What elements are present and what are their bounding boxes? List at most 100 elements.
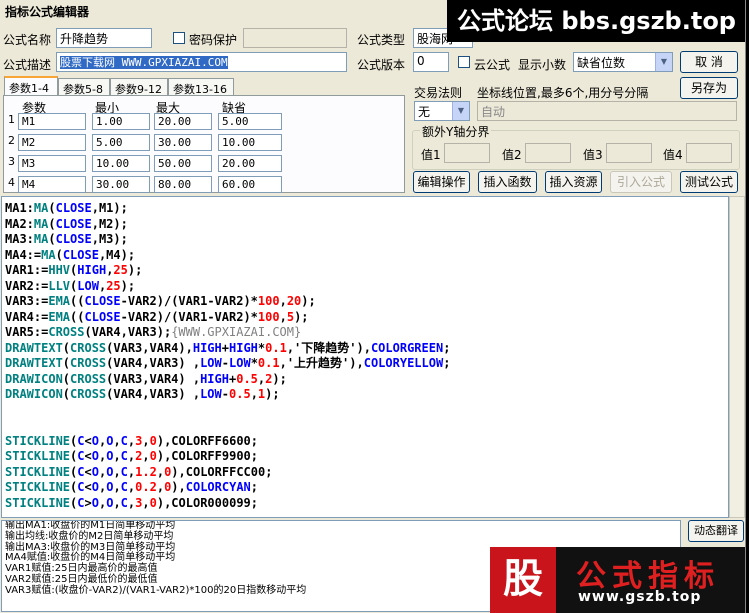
password-field (243, 28, 347, 48)
dynamic-translate-button[interactable]: 动态翻译 (688, 520, 744, 542)
code-token: CLOSE (84, 309, 121, 324)
saveas-button[interactable]: 另存为 (680, 77, 738, 99)
insert-function-button[interactable]: 插入函数 (478, 171, 537, 193)
code-token: CROSS (48, 325, 85, 339)
code-token: {WWW.GPXIAZAI.COM} (171, 325, 302, 339)
formula-editor-window: 指标公式编辑器 公式名称 升降趋势 密码保护 公式类型 股海网 公式描述 股票下… (0, 0, 746, 613)
code-token: CROSS (70, 356, 107, 370)
param-name-field[interactable]: M4 (18, 176, 86, 193)
param-default-field[interactable]: 10.00 (218, 134, 282, 151)
name-field[interactable]: 升降趋势 (56, 28, 152, 48)
param-min-field[interactable]: 30.00 (92, 176, 150, 193)
code-token: C (77, 464, 85, 479)
code-token: ); (120, 278, 136, 293)
code-token: 0 (149, 495, 157, 510)
coord-label: 坐标线位置,最多6个,用分号分隔 (477, 86, 649, 100)
code-token: , (113, 495, 121, 510)
code-token: C (77, 433, 85, 448)
value1-label: 值1 (421, 148, 441, 162)
code-token: HIGH (77, 263, 107, 277)
chevron-down-icon[interactable]: ▼ (452, 102, 469, 120)
param-name-field[interactable]: M2 (18, 134, 86, 151)
cloud-label: 云公式 (474, 58, 511, 72)
code-token: ); (294, 309, 309, 324)
code-token: DRAWICON (5, 371, 63, 386)
code-token: EMA (48, 309, 71, 324)
insert-resource-button[interactable]: 插入资源 (545, 171, 602, 193)
code-token: < (84, 449, 92, 463)
code-token: ),COLORFF6600; (156, 433, 258, 448)
decimal-select[interactable]: 缺省位数 ▼ (573, 52, 673, 72)
code-token: ); (265, 387, 280, 401)
code-token: COLORGREEN (370, 340, 444, 355)
param-name-field[interactable]: M1 (18, 113, 86, 130)
param-default-field[interactable]: 20.00 (218, 155, 282, 172)
code-token: ( (62, 356, 71, 370)
param-max-field[interactable]: 80.00 (154, 176, 212, 193)
code-token: LOW (77, 278, 99, 293)
code-token: O (91, 464, 99, 479)
param-min-field[interactable]: 10.00 (92, 155, 150, 172)
code-token: VAR4:= (5, 309, 49, 324)
code-token: CLOSE (55, 232, 92, 246)
code-token: 25 (106, 278, 121, 293)
code-token: MA (33, 216, 49, 231)
password-checkbox[interactable] (173, 32, 185, 44)
code-token: -VAR2)/(VAR1-VAR2)* (120, 294, 258, 308)
test-formula-button[interactable]: 测试公式 (680, 171, 738, 193)
value3-label: 值3 (583, 148, 603, 162)
code-token: O (91, 480, 99, 494)
code-token: CLOSE (55, 201, 92, 215)
code-token: DRAWICON (5, 387, 63, 401)
param-min-field[interactable]: 5.00 (92, 134, 150, 151)
code-token: * (250, 356, 258, 370)
code-token: ( (55, 247, 63, 262)
version-field[interactable]: 0 (413, 52, 449, 72)
code-token: < (84, 433, 92, 448)
code-token: < (84, 480, 92, 494)
code-token: 0.1 (265, 340, 287, 355)
chevron-down-icon[interactable]: ▼ (655, 53, 672, 71)
param-default-field[interactable]: 60.00 (218, 176, 282, 193)
tab-params-9-12[interactable]: 参数9-12 (110, 78, 168, 96)
code-token: LOW (200, 356, 222, 370)
desc-field[interactable]: 股票下载网 WWW.GPXIAZAI.COM (56, 52, 347, 72)
code-token: MA (33, 232, 49, 246)
param-max-field[interactable]: 50.00 (154, 155, 212, 172)
code-token: ), (171, 480, 186, 494)
formula-code-editor[interactable]: MA1:MA(CLOSE,M1); MA2:MA(CLOSE,M2); MA3:… (1, 196, 729, 518)
tab-params-13-16[interactable]: 参数13-16 (168, 78, 234, 96)
code-token: C (77, 480, 85, 494)
code-token: 0 (149, 449, 157, 463)
decimal-value: 缺省位数 (577, 56, 626, 70)
code-token: ,M2); (91, 216, 128, 231)
code-token: C (120, 464, 128, 479)
code-token: O (91, 495, 99, 510)
trade-rule-value: 无 (418, 105, 431, 119)
edit-ops-button[interactable]: 编辑操作 (413, 171, 470, 193)
password-label: 密码保护 (189, 33, 238, 47)
code-token: 0.1 (257, 356, 280, 370)
code-token: CLOSE (55, 216, 92, 231)
code-token: ,'下降趋势'), (286, 340, 371, 355)
cloud-checkbox[interactable] (458, 56, 470, 68)
trade-rule-label: 交易法则 (414, 86, 463, 100)
code-token: ; (250, 480, 259, 494)
param-max-field[interactable]: 20.00 (154, 113, 212, 130)
param-min-field[interactable]: 1.00 (92, 113, 150, 130)
editor-scrollbar[interactable] (729, 196, 745, 518)
tab-params-5-8[interactable]: 参数5-8 (58, 78, 110, 96)
param-name-field[interactable]: M3 (18, 155, 86, 172)
param-default-field[interactable]: 5.00 (218, 113, 282, 130)
code-token: CROSS (70, 340, 107, 355)
code-token: + (221, 340, 229, 355)
import-formula-button[interactable]: 引入公式 (610, 171, 672, 193)
cancel-button[interactable]: 取 消 (680, 51, 738, 73)
param-max-field[interactable]: 30.00 (154, 134, 212, 151)
trade-rule-select[interactable]: 无 ▼ (414, 101, 470, 121)
code-token: C (120, 449, 128, 463)
param-row-index: 1 (8, 113, 15, 126)
tab-params-1-4[interactable]: 参数1-4 (4, 76, 58, 96)
code-token: C (120, 495, 128, 510)
code-token: MA2: (5, 216, 34, 231)
